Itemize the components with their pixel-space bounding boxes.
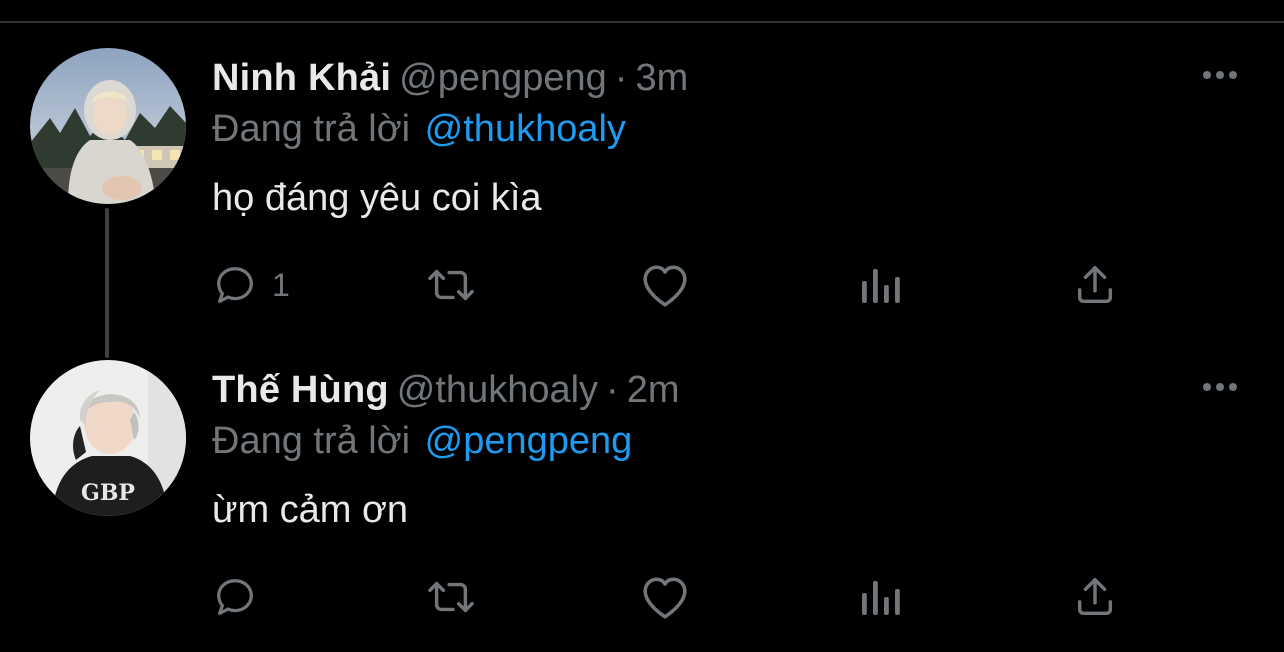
reply-context: Đang trả lời @thukhoaly [212,104,626,154]
more-options-icon[interactable] [1194,372,1246,402]
retweet-icon [424,574,478,620]
avatar[interactable]: GBP [30,360,186,516]
views-button[interactable] [858,572,902,622]
reply-mention-link[interactable]: @thukhoaly [425,108,626,150]
timestamp[interactable]: 3m [635,57,688,99]
retweet-icon [424,262,478,308]
separator-dot: · [614,57,628,99]
heart-icon [640,574,690,620]
user-handle[interactable]: @pengpeng [399,57,607,99]
reply-count: 1 [272,267,290,303]
svg-text:GBP: GBP [81,480,135,506]
dot [1203,383,1211,391]
reply-context: Đang trả lời @pengpeng [212,416,632,466]
dot [1229,71,1237,79]
heart-icon [640,262,690,308]
display-name[interactable]: Ninh Khải [212,57,391,99]
tweet-text: họ đáng yêu coi kìa [212,177,542,219]
dot [1216,383,1224,391]
reply-button[interactable] [212,572,272,622]
share-button[interactable] [1072,572,1118,622]
avatar[interactable] [30,48,186,204]
separator-dot: · [606,369,619,411]
tweet-text: ừm cảm ơn [212,489,409,531]
reply-prefix: Đang trả lời [212,420,411,462]
share-button[interactable] [1072,260,1118,310]
reply-button[interactable]: 1 [212,260,290,310]
tweet-actions [212,572,1212,622]
dot [1229,383,1237,391]
tweet-header: Ninh Khải @pengpeng · 3m [212,50,688,106]
reply-icon [212,262,258,308]
views-icon [858,575,902,619]
tweet-header: Thế Hùng @thukhoaly · 2m [212,362,680,418]
reply-mention-link[interactable]: @pengpeng [425,420,633,462]
views-button[interactable] [858,260,902,310]
reply-icon [212,574,258,620]
share-icon [1072,262,1118,308]
reply-prefix: Đang trả lời [212,108,411,150]
user-handle[interactable]: @thukhoaly [397,369,598,411]
share-icon [1072,574,1118,620]
timestamp[interactable]: 2m [627,369,680,411]
dot [1216,71,1224,79]
more-options-icon[interactable] [1194,60,1246,90]
retweet-button[interactable] [424,572,492,622]
dot [1203,71,1211,79]
tweet[interactable]: GBP Thế Hùng @thukhoaly · 2m Đang trả lời @… [0,340,1284,652]
like-button[interactable] [640,572,704,622]
top-divider [0,21,1284,23]
views-icon [858,263,902,307]
tweet-actions: 1 [212,260,1212,310]
tweet[interactable]: Ninh Khải @pengpeng · 3m Đang trả lời @thuk… [0,28,1284,340]
retweet-button[interactable] [424,260,492,310]
display-name[interactable]: Thế Hùng [212,369,389,411]
like-button[interactable] [640,260,704,310]
